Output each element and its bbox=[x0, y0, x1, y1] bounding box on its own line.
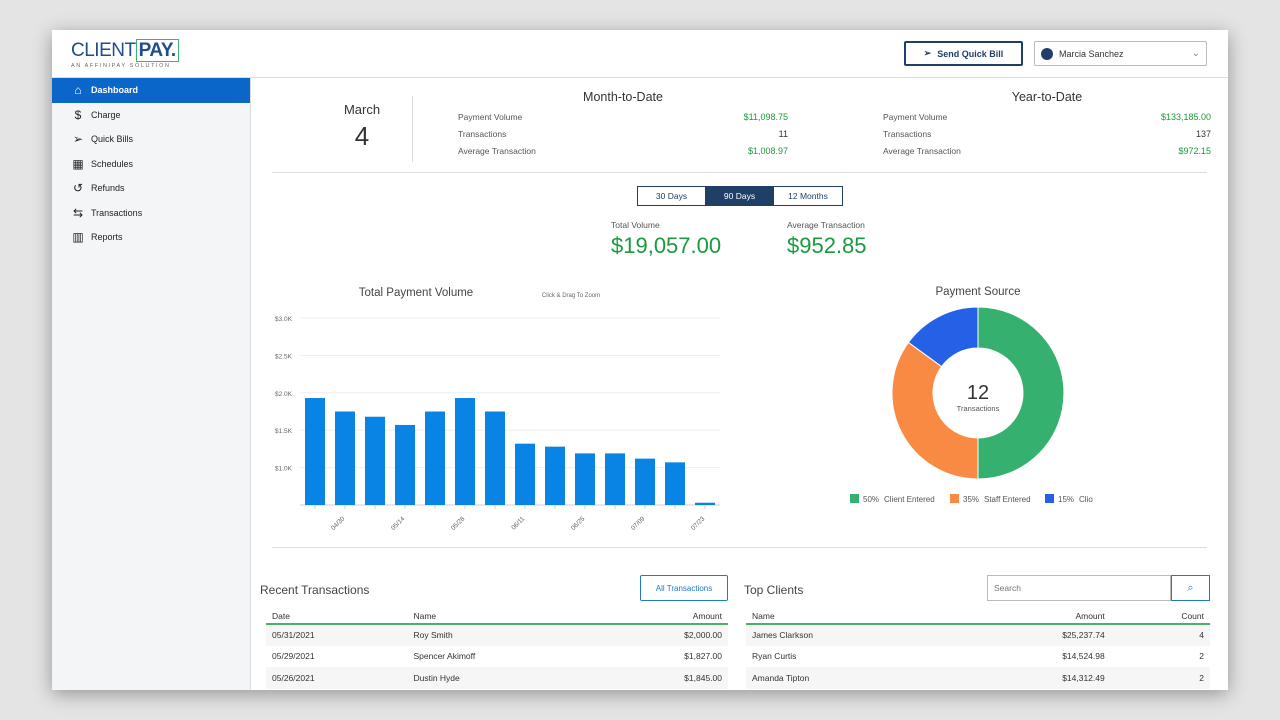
legend-label: Clio bbox=[1079, 495, 1093, 504]
bar bbox=[635, 458, 655, 505]
table-cell: Ryan Curtis bbox=[752, 651, 797, 662]
table-row[interactable]: 05/31/2021 Roy Smith $2,000.00 bbox=[266, 624, 728, 646]
table-row[interactable]: James Clarkson $25,237.74 4 bbox=[746, 624, 1210, 646]
y-tick-label: $2.0K bbox=[275, 391, 293, 398]
app-window: CLIENT PAY. AN AFFINIPAY SOLUTION ➢ Send Q… bbox=[52, 30, 1228, 690]
table-cell: $25,237.74 bbox=[954, 624, 1111, 646]
y-tick-label: $1.5K bbox=[275, 428, 293, 435]
table-cell: Amanda Tipton bbox=[746, 667, 955, 689]
table-cell: 4 bbox=[1110, 624, 1210, 646]
top-clients-table: Name Amount Count James Clarkson $25,237.74 4… bbox=[746, 608, 1210, 689]
donut-center-label: Transactions bbox=[957, 404, 1000, 413]
table-cell: $1,845.00 bbox=[598, 667, 728, 689]
bar bbox=[365, 416, 385, 505]
legend-pct: 15% bbox=[1058, 495, 1074, 504]
table-row[interactable]: Amanda Tipton $14,312.49 2 bbox=[746, 667, 1210, 689]
bar bbox=[485, 411, 505, 505]
column-header[interactable]: Date bbox=[266, 608, 408, 625]
bar bbox=[395, 424, 415, 505]
legend-label: Staff Entered bbox=[984, 495, 1031, 504]
bar bbox=[695, 502, 715, 505]
x-tick-label: 07/23 bbox=[690, 515, 707, 532]
search-button[interactable]: ⌕ bbox=[1171, 575, 1210, 601]
charts[interactable]: Total Payment Volume Click & Drag To Zoom… bbox=[52, 30, 1228, 550]
legend-pct: 50% bbox=[863, 495, 879, 504]
table-header: Date Name Amount bbox=[266, 608, 728, 625]
bar bbox=[515, 443, 535, 505]
column-header[interactable]: Count bbox=[1110, 608, 1210, 625]
table-cell: 05/26/2021 bbox=[266, 667, 408, 689]
table-cell: 2 bbox=[1199, 651, 1204, 662]
column-header[interactable]: Name bbox=[407, 608, 599, 625]
x-tick-label: 06/11 bbox=[510, 515, 526, 531]
column-header[interactable]: Amount bbox=[954, 608, 1111, 625]
table-row[interactable]: Ryan Curtis $14,524.98 2 bbox=[746, 646, 1210, 668]
bar bbox=[335, 411, 355, 505]
table-row[interactable]: 05/26/2021 Dustin Hyde $1,845.00 bbox=[266, 667, 728, 689]
recent-transactions-table: Date Name Amount 05/31/2021 Roy Smith $2,000.… bbox=[266, 608, 728, 689]
bar bbox=[545, 446, 565, 505]
zoom-hint: Click & Drag To Zoom bbox=[542, 293, 600, 299]
legend-swatch bbox=[1045, 494, 1054, 503]
search-input[interactable] bbox=[987, 575, 1171, 601]
x-tick-label: 07/09 bbox=[630, 515, 647, 532]
bar bbox=[575, 453, 595, 505]
bar bbox=[605, 453, 625, 505]
x-tick-label: 05/14 bbox=[390, 515, 407, 532]
y-tick-label: $1.0K bbox=[275, 466, 293, 473]
bar bbox=[425, 411, 445, 505]
table-row[interactable]: 05/29/2021 Spencer Akimoff $1,827.00 bbox=[266, 646, 728, 668]
table-header: Name Amount Count bbox=[746, 608, 1210, 625]
table-cell: $2,000.00 bbox=[598, 624, 728, 646]
legend-swatch bbox=[950, 494, 959, 503]
x-tick-label: 06/25 bbox=[570, 515, 587, 532]
bar bbox=[455, 398, 475, 505]
legend-pct: 35% bbox=[963, 495, 979, 504]
table-cell: $14,312.49 bbox=[954, 667, 1111, 689]
y-tick-label: $3.0K bbox=[275, 316, 293, 323]
x-tick-label: 05/28 bbox=[450, 515, 467, 532]
table-cell: Roy Smith bbox=[407, 624, 599, 646]
table-cell: Dustin Hyde bbox=[407, 667, 599, 689]
table-cell: $1,827.00 bbox=[684, 651, 722, 662]
table-cell: 05/29/2021 bbox=[272, 651, 315, 662]
search-icon: ⌕ bbox=[1187, 581, 1194, 594]
x-tick-label: 04/30 bbox=[330, 515, 347, 532]
legend-label: Client Entered bbox=[884, 495, 935, 504]
bar-chart-title: Total Payment Volume bbox=[359, 287, 473, 299]
table-cell: Spencer Akimoff bbox=[413, 651, 476, 662]
all-transactions-button[interactable]: All Transactions bbox=[640, 575, 728, 601]
legend-swatch bbox=[850, 494, 859, 503]
table-cell: 2 bbox=[1110, 667, 1210, 689]
column-header[interactable]: Amount bbox=[598, 608, 728, 625]
table-cell: James Clarkson bbox=[746, 624, 955, 646]
donut-center-value: 12 bbox=[967, 382, 989, 404]
bar bbox=[665, 462, 685, 505]
divider bbox=[272, 547, 1207, 548]
bar bbox=[305, 398, 325, 505]
pie-slice bbox=[977, 306, 1065, 480]
pie-chart-title: Payment Source bbox=[935, 286, 1020, 298]
recent-transactions-title: Recent Transactions bbox=[260, 583, 370, 597]
table-cell: $14,524.98 bbox=[1062, 651, 1105, 662]
column-header[interactable]: Name bbox=[746, 608, 955, 625]
y-tick-label: $2.5K bbox=[275, 353, 293, 360]
top-clients-title: Top Clients bbox=[744, 583, 804, 597]
table-cell: 05/31/2021 bbox=[266, 624, 408, 646]
